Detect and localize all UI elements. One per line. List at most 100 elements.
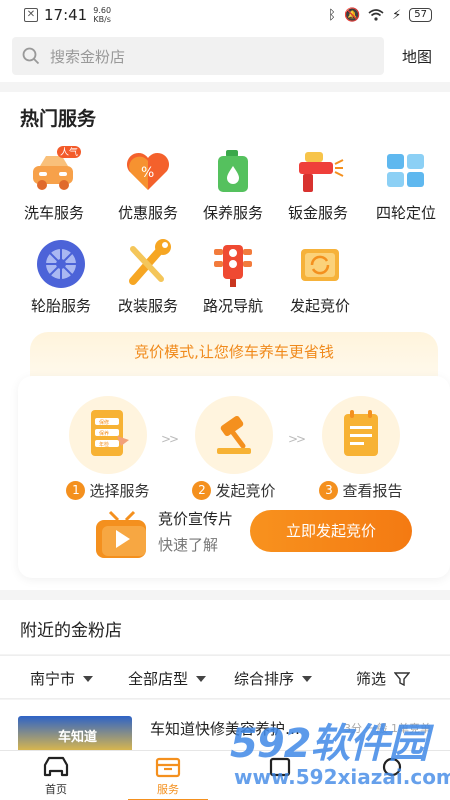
shop-thumbnail: 车知道 (18, 716, 132, 750)
filter-advanced[interactable]: 筛选 (356, 668, 411, 689)
hot-services-section: 热门服务 人气 洗车服务 % 优惠服务 保养服务 钣金服务 四轮定位 轮胎服务 … (0, 92, 450, 590)
tab-services[interactable]: 服务 (128, 755, 208, 800)
status-bar: ✕ 17:41 9.60 KB/s ᛒ 🔕 ⚡ 57 (0, 0, 450, 30)
bluetooth-icon: ᛒ (328, 7, 336, 23)
bidding-card: 保修 保养 年检 1 选择服务 >> 2 发起竞价 >> 3 查看报告 竞价宣传… (18, 376, 450, 578)
service-label: 钣金服务 (287, 204, 348, 222)
spray-gun-icon (291, 144, 345, 198)
filter-label: 综合排序 (234, 670, 295, 688)
promo-video-subtitle: 快速了解 (158, 536, 219, 554)
service-sheet-metal[interactable]: 钣金服务 (276, 144, 360, 223)
charging-icon: ⚡ (392, 7, 402, 23)
step-number: 3 (319, 481, 339, 500)
tab-label: 服务 (157, 783, 179, 796)
wifi-icon (368, 9, 384, 21)
network-speed-value: 9.60 (93, 6, 112, 15)
caret-down-icon (196, 675, 207, 682)
popular-badge: 人气 (60, 148, 79, 158)
list-line-inspection: 年检 (99, 441, 109, 448)
service-label: 洗车服务 (23, 204, 84, 222)
service-list-icon: 保修 保养 年检 (69, 396, 147, 474)
service-label: 保养服务 (202, 204, 263, 222)
list-line-repair: 保修 (99, 419, 109, 426)
grid-icon (379, 144, 433, 198)
step-label: 2 发起竞价 (174, 480, 294, 501)
step-text: 选择服务 (89, 482, 150, 500)
service-modification[interactable]: 改装服务 (106, 237, 190, 316)
shop-thumb-text: 车知道 (58, 730, 98, 745)
shop-list-item[interactable]: 车知道 车知道快修美容养护… 3分 一般 1单竞单 (0, 700, 450, 750)
nearby-shops-header: 附近的金粉店 (0, 600, 450, 654)
service-start-bidding[interactable]: 发起竞价 (278, 237, 362, 316)
filter-sort[interactable]: 综合排序 (234, 668, 313, 689)
service-car-wash[interactable]: 人气 洗车服务 (12, 144, 96, 223)
service-road-navigation[interactable]: 路况导航 (191, 237, 275, 316)
car-wash-icon: 人气 (27, 144, 81, 198)
status-time: 17:41 (44, 6, 88, 24)
fourth-tab-icon (382, 757, 402, 777)
gavel-icon (195, 396, 273, 474)
filter-label: 全部店型 (128, 670, 189, 688)
search-icon (22, 47, 40, 65)
step-start-bidding: 2 发起竞价 (174, 396, 294, 501)
service-label: 发起竞价 (289, 297, 350, 315)
tab-third[interactable] (240, 755, 320, 784)
service-label: 改装服务 (117, 297, 178, 315)
search-input[interactable]: 搜索金粉店 (12, 37, 384, 75)
step-view-report: 3 查看报告 (301, 396, 421, 501)
shop-meta: 3分 一般 1单竞单 (344, 722, 431, 735)
network-speed: 9.60 KB/s (93, 6, 111, 24)
service-box-icon (155, 757, 181, 778)
tab-fourth[interactable] (352, 755, 432, 784)
video-play-icon[interactable] (94, 510, 150, 564)
notification-close-icon: ✕ (24, 8, 38, 22)
bid-icon (293, 237, 347, 291)
discount-heart-icon: % (121, 144, 175, 198)
third-tab-icon (269, 757, 291, 777)
step-number: 1 (66, 481, 86, 500)
funnel-icon (394, 671, 411, 686)
shop-name: 车知道快修美容养护… (150, 720, 301, 738)
promo-video-title[interactable]: 竞价宣传片 (158, 508, 233, 529)
filter-city[interactable]: 南宁市 (30, 668, 94, 689)
filter-shop-type[interactable]: 全部店型 (128, 668, 207, 689)
service-label: 优惠服务 (117, 204, 178, 222)
tab-home[interactable]: 首页 (16, 755, 96, 800)
service-label: 路况导航 (202, 297, 263, 315)
bidding-promo-banner: 竞价模式,让您修车养车更省钱 (30, 332, 438, 378)
oil-can-icon (206, 144, 260, 198)
start-bidding-button[interactable]: 立即发起竞价 (250, 510, 412, 552)
search-placeholder: 搜索金粉店 (50, 47, 126, 66)
mute-icon: 🔕 (343, 7, 361, 23)
caret-down-icon (302, 675, 313, 682)
service-maintenance[interactable]: 保养服务 (191, 144, 275, 223)
filter-bar: 南宁市 全部店型 综合排序 筛选 (0, 655, 450, 699)
hot-services-title: 热门服务 (20, 108, 97, 130)
service-wheel-alignment[interactable]: 四轮定位 (364, 144, 448, 223)
traffic-light-icon (206, 237, 260, 291)
tab-indicator (240, 781, 320, 784)
battery-level: 57 (409, 8, 432, 22)
service-tires[interactable]: 轮胎服务 (19, 237, 103, 316)
network-speed-unit: KB/s (93, 15, 111, 24)
service-discount[interactable]: % 优惠服务 (106, 144, 190, 223)
step-number: 2 (192, 481, 212, 500)
tab-indicator (352, 781, 432, 784)
tire-icon (34, 237, 88, 291)
search-row: 搜索金粉店 地图 (0, 30, 450, 82)
map-button[interactable]: 地图 (402, 46, 438, 67)
step-text: 发起竞价 (215, 482, 276, 500)
report-icon (322, 396, 400, 474)
service-label: 四轮定位 (375, 204, 436, 222)
step-text: 查看报告 (342, 482, 403, 500)
service-label: 轮胎服务 (30, 297, 91, 315)
home-car-icon (43, 756, 69, 777)
step-select-service: 保修 保养 年检 1 选择服务 (48, 396, 168, 501)
bottom-tab-bar: 首页 服务 (0, 750, 450, 800)
step-label: 1 选择服务 (48, 480, 168, 501)
nearby-title: 附近的金粉店 (20, 621, 122, 641)
list-line-maintenance: 保养 (99, 430, 109, 437)
caret-down-icon (83, 675, 94, 682)
step-label: 3 查看报告 (301, 480, 421, 501)
filter-label: 筛选 (356, 670, 387, 688)
